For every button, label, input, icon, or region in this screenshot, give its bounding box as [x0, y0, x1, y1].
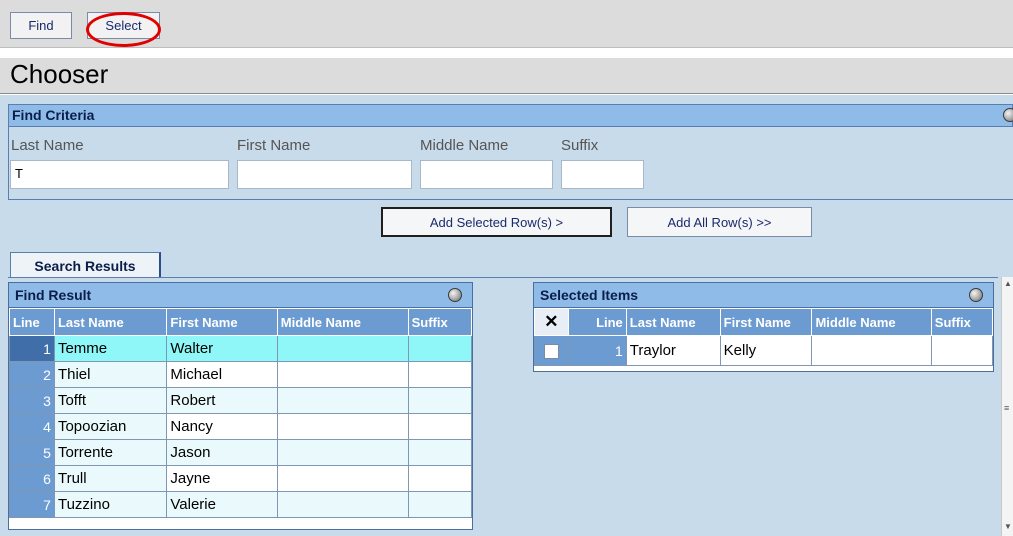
- middle-name-cell: [276, 335, 409, 362]
- find-criteria-header: Find Criteria: [8, 104, 1013, 127]
- first-name-cell: Valerie: [166, 491, 278, 518]
- last-name-cell: Topoozian: [53, 413, 168, 440]
- column-header-last-name[interactable]: Last Name: [53, 308, 168, 336]
- row-checkbox-cell: [534, 335, 569, 366]
- column-header-line[interactable]: Line: [567, 308, 627, 336]
- middle-name-cell: [276, 491, 409, 518]
- table-row[interactable]: 2 Thiel Michael: [9, 361, 473, 388]
- column-header-first-name[interactable]: First Name: [719, 308, 813, 336]
- line-cell: 1: [567, 335, 627, 366]
- find-criteria-title: Find Criteria: [12, 107, 95, 123]
- suffix-cell: [407, 335, 473, 362]
- table-row[interactable]: 3 Tofft Robert: [9, 387, 473, 414]
- first-name-cell: Michael: [166, 361, 278, 388]
- table-row[interactable]: 1 Temme Walter: [9, 335, 473, 362]
- suffix-cell: [407, 387, 473, 414]
- column-header-suffix[interactable]: Suffix: [407, 308, 473, 336]
- title-bar: Chooser: [0, 58, 1013, 94]
- row-checkbox[interactable]: [543, 343, 559, 359]
- line-cell: 7: [9, 491, 55, 518]
- last-name-cell: Tofft: [53, 387, 168, 414]
- selected-items-table: ✕ Line Last Name First Name Middle Name …: [534, 308, 994, 366]
- selected-items-panel: Selected Items ✕ Line Last Name First Na…: [533, 282, 994, 372]
- last-name-input[interactable]: T: [10, 160, 229, 189]
- middle-name-cell: [276, 465, 409, 492]
- last-name-cell: Thiel: [53, 361, 168, 388]
- middle-name-cell: [276, 413, 409, 440]
- suffix-cell: [407, 361, 473, 388]
- find-result-title: Find Result: [15, 287, 92, 303]
- line-cell: 6: [9, 465, 55, 492]
- scroll-up-arrow-icon[interactable]: ▲: [1004, 279, 1012, 288]
- suffix-cell: [930, 335, 994, 366]
- highlight-circle: [86, 12, 161, 47]
- first-name-label: First Name: [237, 137, 311, 154]
- column-header-suffix[interactable]: Suffix: [930, 308, 994, 336]
- table-row[interactable]: 7 Tuzzino Valerie: [9, 491, 473, 518]
- middle-name-input[interactable]: [420, 160, 553, 189]
- last-name-cell: Tuzzino: [53, 491, 168, 518]
- first-name-cell: Robert: [166, 387, 278, 414]
- find-result-panel: Find Result Line Last Name First Name Mi…: [8, 282, 473, 530]
- middle-name-cell: [276, 387, 409, 414]
- table-row[interactable]: 1 Traylor Kelly: [534, 335, 994, 366]
- suffix-label: Suffix: [561, 137, 599, 154]
- scroll-down-arrow-icon[interactable]: ▼: [1004, 522, 1012, 531]
- last-name-cell: Torrente: [53, 439, 168, 466]
- suffix-cell: [407, 439, 473, 466]
- last-name-cell: Temme: [53, 335, 168, 362]
- middle-name-label: Middle Name: [420, 137, 509, 154]
- table-header-row: ✕ Line Last Name First Name Middle Name …: [534, 308, 994, 336]
- middle-name-cell: [276, 439, 409, 466]
- line-cell: 3: [9, 387, 55, 414]
- remove-x-icon[interactable]: ✕: [534, 308, 569, 336]
- column-header-line[interactable]: Line: [9, 308, 55, 336]
- line-cell: 5: [9, 439, 55, 466]
- find-result-header: Find Result: [9, 283, 472, 308]
- suffix-cell: [407, 491, 473, 518]
- page-title: Chooser: [10, 59, 109, 89]
- first-name-cell: Jayne: [166, 465, 278, 492]
- collapse-chevron-icon[interactable]: [969, 288, 983, 302]
- add-all-rows-button[interactable]: Add All Row(s) >>: [627, 207, 812, 237]
- last-name-label: Last Name: [11, 137, 84, 154]
- line-cell: 1: [9, 335, 55, 362]
- line-cell: 2: [9, 361, 55, 388]
- scroll-grip-icon: ≡: [1004, 403, 1010, 413]
- tab-divider: [8, 277, 998, 278]
- column-header-last-name[interactable]: Last Name: [625, 308, 721, 336]
- last-name-cell: Trull: [53, 465, 168, 492]
- column-header-first-name[interactable]: First Name: [166, 308, 278, 336]
- middle-name-cell: [276, 361, 409, 388]
- line-cell: 4: [9, 413, 55, 440]
- tab-search-results[interactable]: Search Results: [10, 252, 161, 278]
- selected-items-title: Selected Items: [540, 287, 639, 303]
- table-row[interactable]: 5 Torrente Jason: [9, 439, 473, 466]
- first-name-cell: Walter: [166, 335, 278, 362]
- table-row[interactable]: 6 Trull Jayne: [9, 465, 473, 492]
- suffix-cell: [407, 465, 473, 492]
- table-row[interactable]: 4 Topoozian Nancy: [9, 413, 473, 440]
- first-name-cell: Nancy: [166, 413, 278, 440]
- collapse-chevron-icon[interactable]: [448, 288, 462, 302]
- column-header-middle-name[interactable]: Middle Name: [276, 308, 409, 336]
- collapse-chevron-icon[interactable]: [1003, 108, 1013, 122]
- find-button[interactable]: Find: [10, 12, 72, 39]
- table-header-row: Line Last Name First Name Middle Name Su…: [9, 308, 473, 336]
- last-name-cell: Traylor: [625, 335, 721, 366]
- suffix-input[interactable]: [561, 160, 644, 189]
- first-name-cell: Kelly: [719, 335, 813, 366]
- add-selected-rows-button[interactable]: Add Selected Row(s) >: [381, 207, 612, 237]
- vertical-scrollbar[interactable]: ▲ ≡ ▼: [1001, 277, 1013, 536]
- suffix-cell: [407, 413, 473, 440]
- middle-name-cell: [811, 335, 932, 366]
- toolbar: Find Select: [0, 0, 1013, 48]
- first-name-cell: Jason: [166, 439, 278, 466]
- find-result-table: Line Last Name First Name Middle Name Su…: [9, 308, 473, 518]
- first-name-input[interactable]: [237, 160, 412, 189]
- column-header-middle-name[interactable]: Middle Name: [811, 308, 932, 336]
- selected-items-header: Selected Items: [534, 283, 993, 308]
